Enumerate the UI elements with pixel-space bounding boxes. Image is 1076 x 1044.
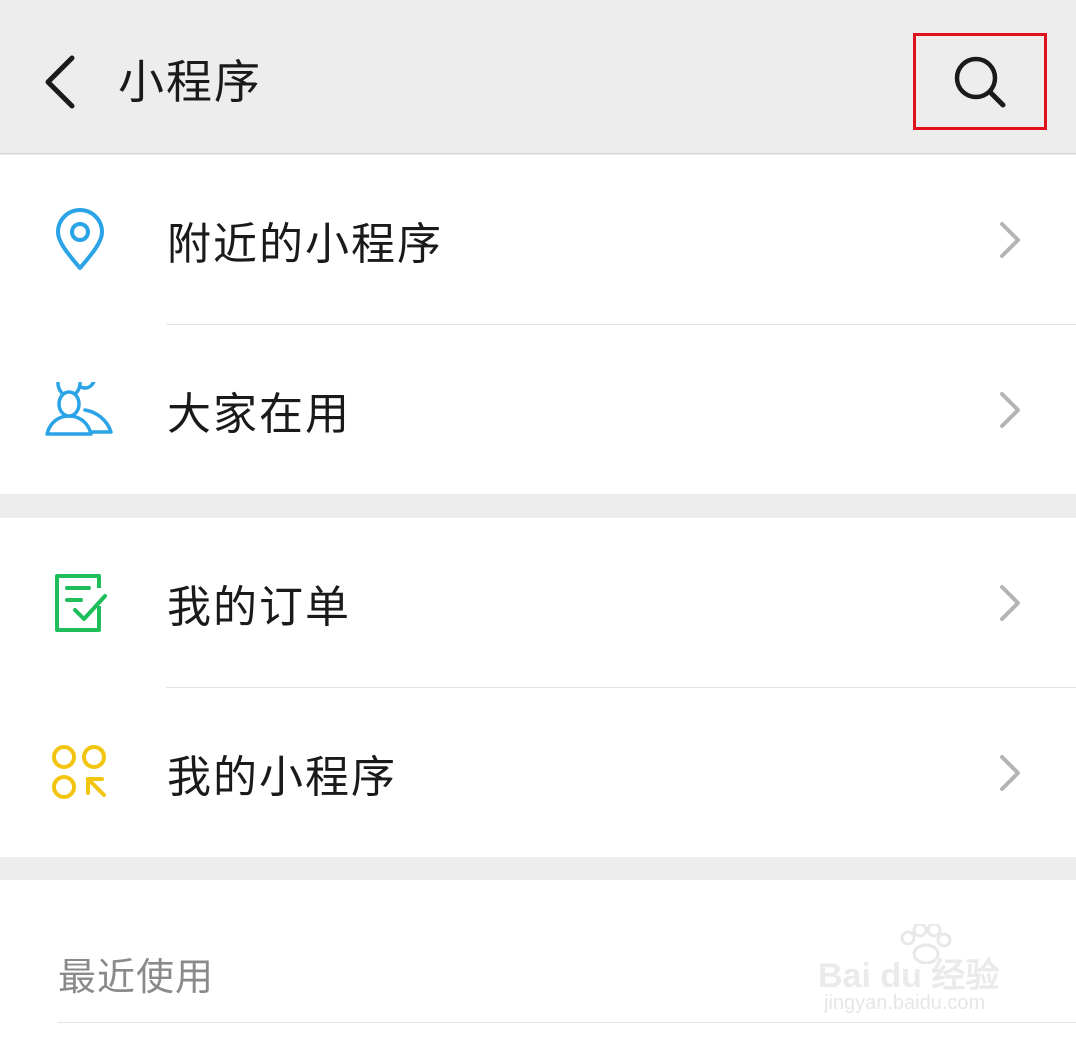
search-icon [954, 56, 1006, 107]
order-list-icon [44, 567, 116, 639]
watermark-brand: Bai du 经验 [818, 957, 1000, 995]
menu-item-label: 我的小程序 [167, 752, 397, 803]
page-title: 小程序 [118, 55, 262, 109]
people-icon [44, 374, 116, 446]
menu-item-popular[interactable]: 大家在用 [0, 325, 1076, 495]
chevron-right-icon [996, 581, 1026, 625]
search-button[interactable] [913, 33, 1047, 130]
personal-group: 我的订单 我的小程序 [0, 518, 1076, 857]
location-pin-icon [44, 204, 116, 276]
watermark-url: jingyan.baidu.com [824, 992, 986, 1014]
my-miniprogram-icon [44, 737, 116, 809]
menu-item-nearby[interactable]: 附近的小程序 [0, 155, 1076, 325]
menu-item-my-miniprograms[interactable]: 我的小程序 [0, 688, 1076, 858]
chevron-right-icon [996, 218, 1026, 262]
watermark: Bai du 经验 jingyan.baidu.com [818, 924, 1018, 1026]
menu-item-label: 我的订单 [167, 582, 351, 633]
top-bar: 小程序 [0, 0, 1076, 154]
recent-section: 最近使用 Bai du 经验 jingyan.baidu.com [0, 880, 1076, 1044]
menu-item-my-orders[interactable]: 我的订单 [0, 518, 1076, 688]
chevron-right-icon [996, 751, 1026, 795]
chevron-right-icon [996, 388, 1026, 432]
menu-item-label: 大家在用 [167, 389, 351, 440]
discover-group: 附近的小程序 大家在用 [0, 155, 1076, 494]
section-title: 最近使用 [58, 955, 215, 999]
menu-item-label: 附近的小程序 [167, 219, 443, 270]
back-button[interactable] [30, 50, 90, 114]
chevron-left-icon [45, 55, 75, 109]
